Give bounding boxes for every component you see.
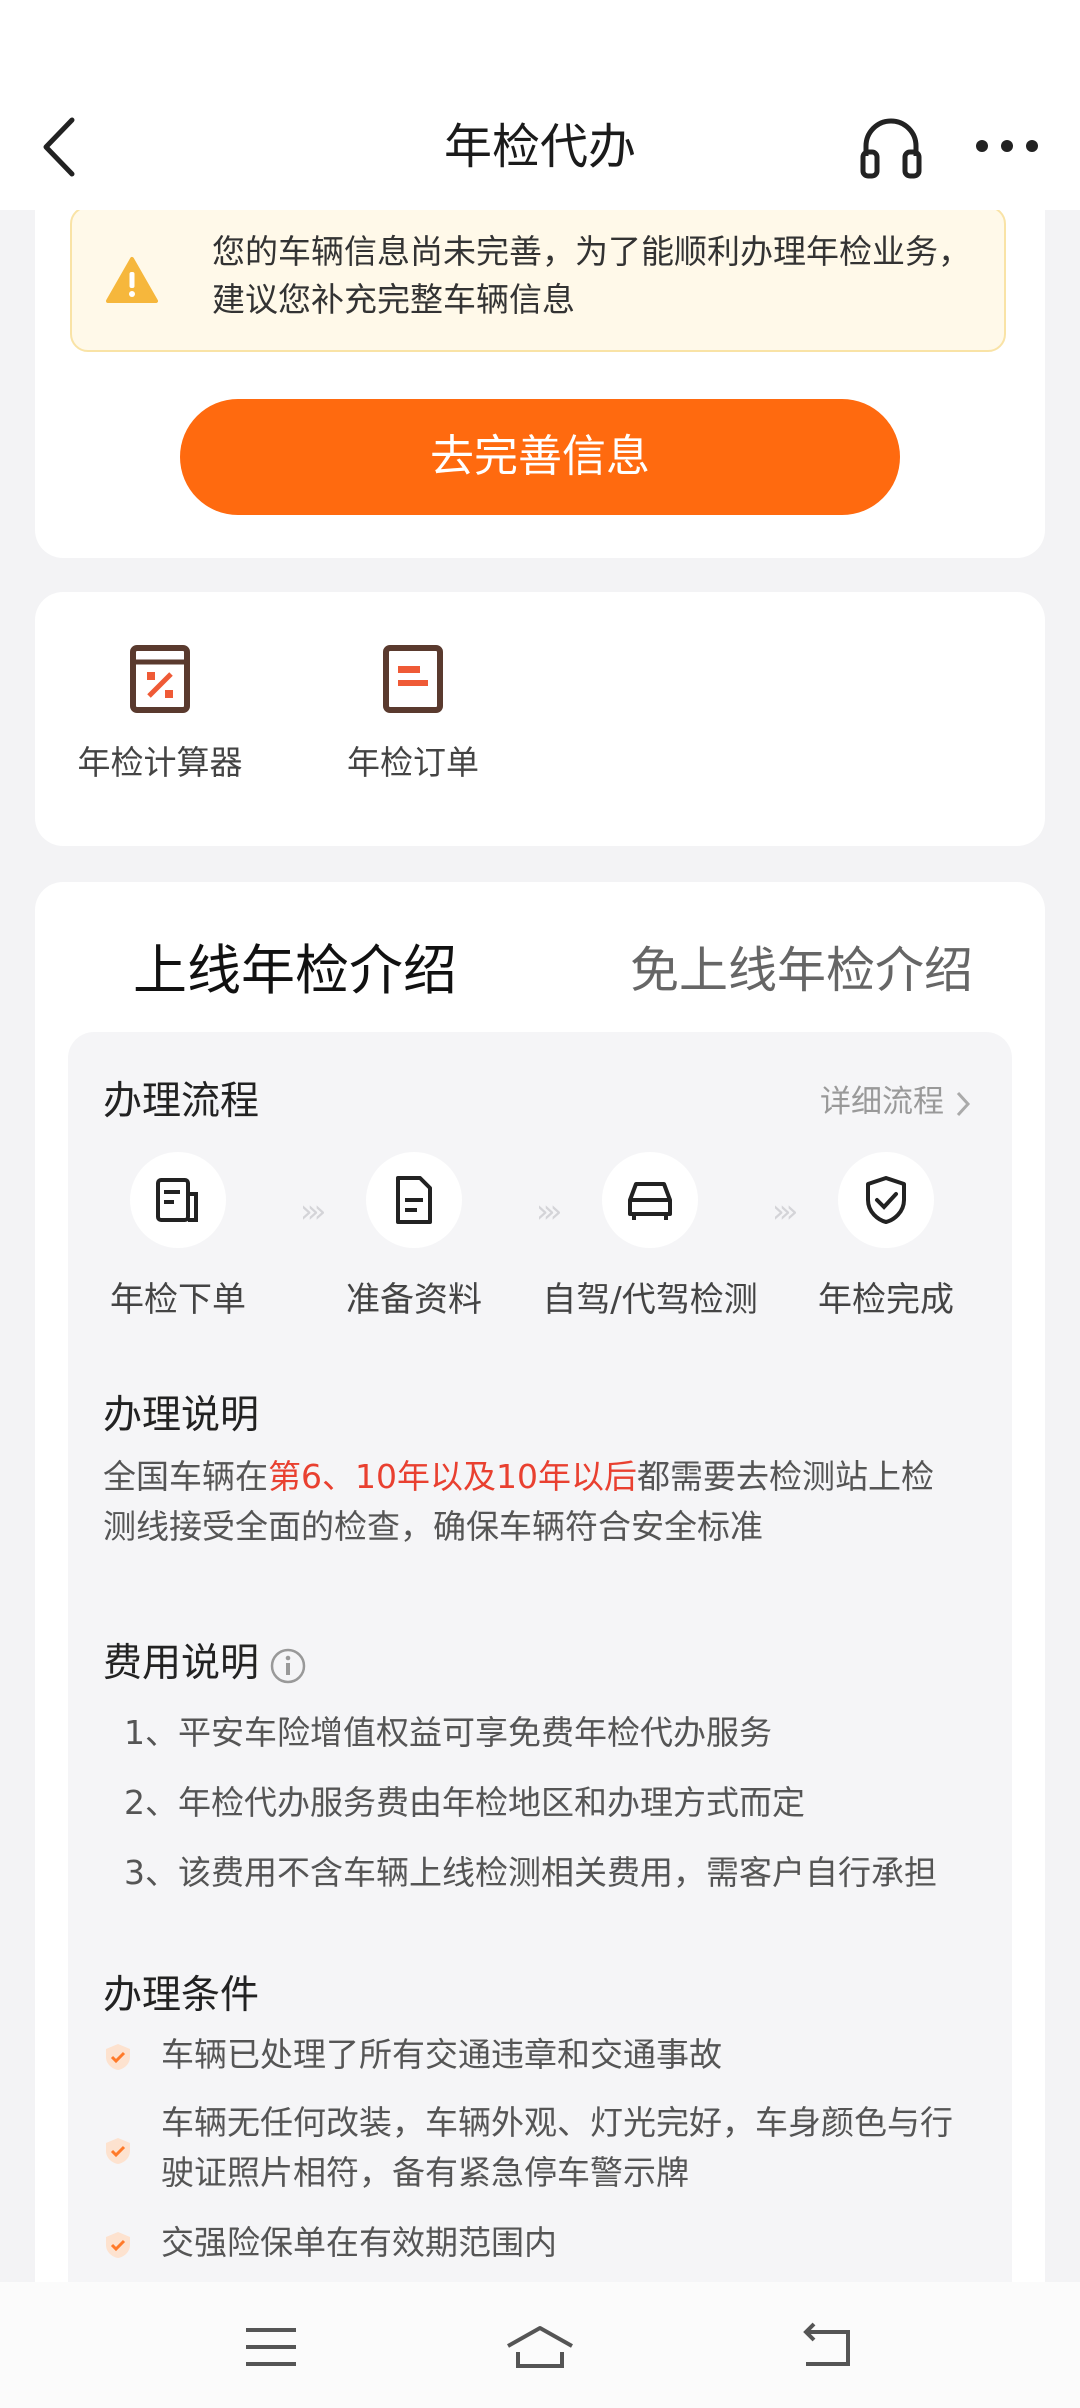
chevron-right-icon (956, 1091, 971, 1116)
order-icon (383, 645, 443, 713)
complete-info-button[interactable]: 去完善信息 (180, 399, 900, 515)
back-nav-icon[interactable] (796, 2322, 854, 2372)
fee-item: 2、年检代办服务费由年检地区和办理方式而定 (124, 1783, 805, 1822)
home-icon[interactable] (504, 2322, 576, 2372)
process-title: 办理流程 (103, 1079, 260, 1124)
system-nav-bar (0, 2282, 1080, 2408)
intro-content: 办理流程 详细流程 年检下单 ››› 准备资料 ››› 自驾/代驾检测 ››› … (68, 1032, 1012, 2352)
step-drive-test: 自驾/代驾检测 (540, 1152, 760, 1321)
menu-icon[interactable] (244, 2322, 298, 2372)
document-icon (396, 1176, 432, 1224)
conditions-title: 办理条件 (103, 1973, 260, 2018)
fee-title: 费用说明 (103, 1632, 307, 1688)
step-order: 年检下单 (68, 1152, 288, 1321)
intro-tabs: 上线年检介绍 免上线年检介绍 (35, 916, 1045, 1026)
tab-exempt-inspection[interactable]: 免上线年检介绍 (630, 916, 973, 1026)
top-bar: 年检代办 (0, 0, 1080, 210)
detail-process-link[interactable]: 详细流程 (820, 1076, 972, 1121)
fee-item: 1、平安车险增值权益可享免费年检代办服务 (124, 1713, 772, 1752)
more-options-icon[interactable] (972, 128, 1042, 168)
info-icon[interactable] (269, 1647, 307, 1685)
shield-check-icon (866, 1176, 906, 1224)
check-shield-icon (106, 2044, 130, 2070)
fee-item: 3、该费用不含车辆上线检测相关费用，需客户自行承担 (124, 1853, 937, 1892)
headset-icon[interactable] (856, 112, 926, 182)
description-title: 办理说明 (103, 1393, 260, 1438)
check-shield-icon (106, 2138, 130, 2164)
tools-card: 年检计算器 年检订单 (35, 592, 1045, 846)
vehicle-info-card: 您的车辆信息尚未完善，为了能顺利办理年检业务， 建议您补充完整车辆信息 去完善信… (35, 170, 1045, 558)
warning-notice: 您的车辆信息尚未完善，为了能顺利办理年检业务， 建议您补充完整车辆信息 (70, 206, 1006, 352)
check-shield-icon (106, 2232, 130, 2258)
calculator-label: 年检计算器 (77, 743, 243, 782)
tab-online-inspection[interactable]: 上线年检介绍 (133, 916, 457, 1026)
calculator-icon (130, 645, 190, 713)
order-tool[interactable]: 年检订单 (313, 644, 513, 784)
warning-text: 您的车辆信息尚未完善，为了能顺利办理年检业务， 建议您补充完整车辆信息 (212, 232, 971, 319)
order-label: 年检订单 (347, 743, 479, 782)
description-text: 全国车辆在第6、10年以及10年以后都需要去检测站上检 测线接受全面的检查，确保… (103, 1457, 934, 1546)
order-doc-icon (156, 1178, 198, 1222)
warning-icon (106, 257, 158, 303)
calculator-tool[interactable]: 年检计算器 (60, 644, 260, 784)
intro-card: 上线年检介绍 免上线年检介绍 办理流程 详细流程 年检下单 ››› 准备资料 ›… (35, 882, 1045, 2352)
car-icon (628, 1182, 672, 1220)
step-complete: 年检完成 (776, 1152, 996, 1321)
step-prepare: 准备资料 (304, 1152, 524, 1321)
